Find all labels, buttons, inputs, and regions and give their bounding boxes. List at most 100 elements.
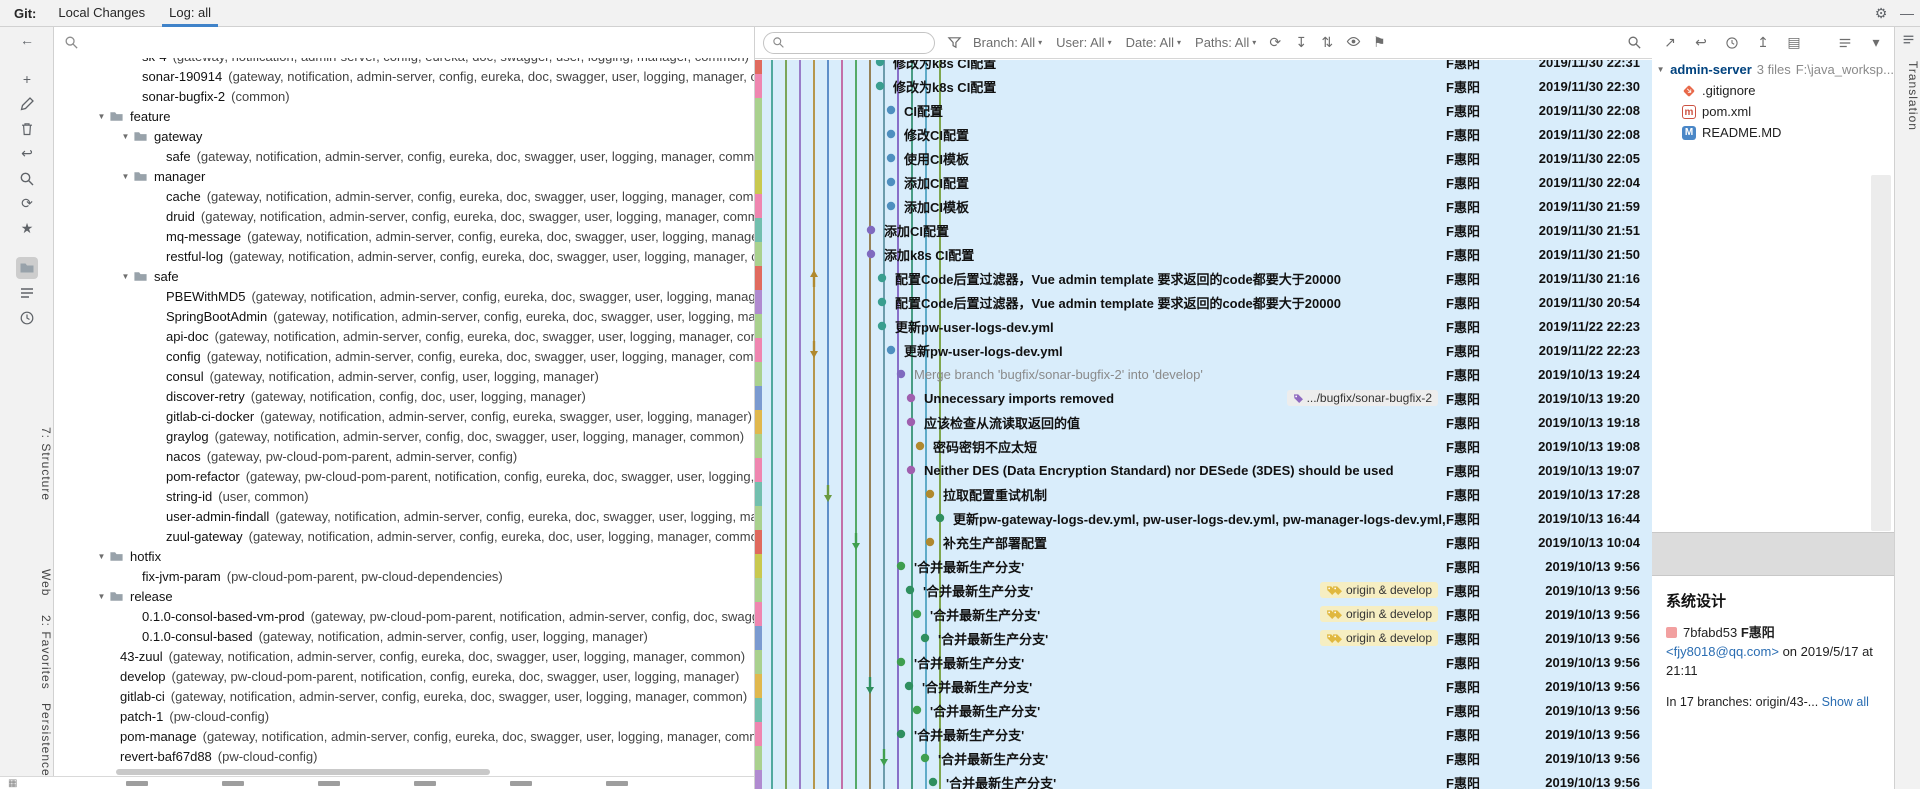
pencil-icon[interactable] — [0, 91, 54, 116]
log-row[interactable]: 补充生产部署配置F惠阳2019/10/13 10:04 — [755, 530, 1652, 554]
branch-search-input[interactable] — [86, 34, 744, 51]
branch-group-row[interactable]: ▼safe — [54, 266, 754, 286]
bottom-strip-icon[interactable] — [126, 781, 148, 786]
log-row[interactable]: Neither DES (Data Encryption Standard) n… — [755, 458, 1652, 482]
branch-group-row[interactable]: ▼manager — [54, 166, 754, 186]
refresh-icon[interactable]: ⟳ — [1265, 34, 1285, 51]
log-filter-input[interactable] — [790, 34, 926, 51]
toolwindow-label-persistence[interactable]: Persistence — [0, 703, 53, 777]
log-row[interactable]: 添加CI配置F惠阳2019/11/30 21:51 — [755, 218, 1652, 242]
log-row[interactable]: 添加CI配置F惠阳2019/11/30 22:04 — [755, 170, 1652, 194]
filter-gear-icon[interactable] — [944, 35, 964, 50]
bottom-strip-icon[interactable] — [222, 781, 244, 786]
log-row[interactable]: 修改为k8s CI配置F惠阳2019/11/30 22:31 — [755, 60, 1652, 74]
branch-row[interactable]: PBEWithMD5(gateway, notification, admin-… — [54, 286, 754, 306]
log-row[interactable]: '合并最新生产分支'origin & developF惠阳2019/10/13 … — [755, 578, 1652, 602]
branch-row[interactable]: cache(gateway, notification, admin-serve… — [54, 186, 754, 206]
ref-label-chip[interactable]: .../bugfix/sonar-bugfix-2 — [1287, 390, 1438, 406]
branch-row[interactable]: nacos(gateway, pw-cloud-pom-parent, admi… — [54, 446, 754, 466]
changed-file-row[interactable]: mpom.xml — [1652, 101, 1894, 122]
branch-row[interactable]: develop(gateway, pw-cloud-pom-parent, no… — [54, 666, 754, 686]
log-row[interactable]: '合并最新生产分支'F惠阳2019/10/13 9:56 — [755, 770, 1652, 789]
branch-row[interactable]: config(gateway, notification, admin-serv… — [54, 346, 754, 366]
lines-icon[interactable] — [0, 280, 54, 305]
trash-icon[interactable] — [0, 116, 54, 141]
branch-group-row[interactable]: ▼feature — [54, 106, 754, 126]
changed-file-row[interactable]: .gitignore — [1652, 80, 1894, 101]
branch-row[interactable]: sonar-bugfix-2(common) — [54, 86, 754, 106]
clock-icon[interactable] — [1722, 36, 1742, 50]
branch-row[interactable]: mq-message(gateway, notification, admin-… — [54, 226, 754, 246]
show-all-link[interactable]: Show all — [1822, 695, 1869, 709]
search-icon[interactable] — [0, 166, 54, 191]
upload-icon[interactable]: ↥ — [1753, 34, 1773, 51]
bottom-strip-icon[interactable] — [606, 781, 628, 786]
hide-toolwindow-icon[interactable]: — — [1894, 5, 1920, 21]
branch-row[interactable]: restful-log(gateway, notification, admin… — [54, 246, 754, 266]
toolwindow-label-structure[interactable]: 7: Structure — [0, 427, 53, 501]
log-row[interactable]: 密码密钥不应太短F惠阳2019/10/13 19:08 — [755, 434, 1652, 458]
chevron-down-icon[interactable]: ▼ — [1656, 65, 1665, 74]
chevron-expanded-icon[interactable]: ▼ — [94, 552, 109, 561]
log-row[interactable]: CI配置F惠阳2019/11/30 22:08 — [755, 98, 1652, 122]
branch-row[interactable]: user-admin-findall(gateway, notification… — [54, 506, 754, 526]
chevron-expanded-icon[interactable]: ▼ — [118, 272, 133, 281]
log-row[interactable]: 更新pw-gateway-logs-dev.yml, pw-user-logs-… — [755, 506, 1652, 530]
favorite-icon[interactable]: ★ — [0, 216, 54, 241]
branch-group-row[interactable]: ▼gateway — [54, 126, 754, 146]
branch-row[interactable]: 0.1.0-consul-based(gateway, notification… — [54, 626, 754, 646]
chevron-expanded-icon[interactable]: ▼ — [118, 132, 133, 141]
group-icon[interactable]: ▤ — [1784, 34, 1804, 51]
branch-row[interactable]: graylog(gateway, notification, admin-ser… — [54, 426, 754, 446]
tab-local-changes[interactable]: Local Changes — [46, 0, 157, 27]
branch-row[interactable]: druid(gateway, notification, admin-serve… — [54, 206, 754, 226]
back-icon[interactable]: ← — [0, 27, 54, 52]
chevron-expanded-icon[interactable]: ▼ — [118, 172, 133, 181]
branch-row[interactable]: api-doc(gateway, notification, admin-ser… — [54, 326, 754, 346]
log-filter-date[interactable]: Date: All▾ — [1126, 35, 1181, 50]
log-row[interactable]: 修改CI配置F惠阳2019/11/30 22:08 — [755, 122, 1652, 146]
details-scrollbar[interactable] — [1871, 175, 1891, 531]
log-row[interactable]: '合并最新生产分支'origin & developF惠阳2019/10/13 … — [755, 602, 1652, 626]
branch-row[interactable]: 0.1.0-consol-based-vm-prod(gateway, pw-c… — [54, 606, 754, 626]
branch-group-row[interactable]: ▼release — [54, 586, 754, 606]
log-row[interactable]: Merge branch 'bugfix/sonar-bugfix-2' int… — [755, 362, 1652, 386]
flag-icon[interactable]: ⚑ — [1369, 34, 1389, 51]
log-row[interactable]: '合并最新生产分支'F惠阳2019/10/13 9:56 — [755, 650, 1652, 674]
clock-icon[interactable] — [0, 305, 54, 330]
log-row[interactable]: '合并最新生产分支'origin & developF惠阳2019/10/13 … — [755, 626, 1652, 650]
forward-icon[interactable]: ↗ — [1660, 34, 1680, 51]
log-row[interactable]: 更新pw-user-logs-dev.ymlF惠阳2019/11/22 22:2… — [755, 314, 1652, 338]
bottom-strip-icon[interactable] — [510, 781, 532, 786]
log-filter-branch[interactable]: Branch: All▾ — [973, 35, 1042, 50]
log-row[interactable]: 配置Code后置过滤器，Vue admin template 要求返回的code… — [755, 290, 1652, 314]
log-row[interactable]: 更新pw-user-logs-dev.ymlF惠阳2019/11/22 22:2… — [755, 338, 1652, 362]
log-row[interactable]: '合并最新生产分支'F惠阳2019/10/13 9:56 — [755, 698, 1652, 722]
chevron-expanded-icon[interactable]: ▼ — [94, 112, 109, 121]
bottom-strip-icon[interactable] — [318, 781, 340, 786]
sort-icon[interactable]: ⇅ — [1317, 34, 1337, 51]
branch-row[interactable]: 43-zuul(gateway, notification, admin-ser… — [54, 646, 754, 666]
log-row[interactable]: Unnecessary imports removed.../bugfix/so… — [755, 386, 1652, 410]
folder-icon[interactable] — [0, 255, 54, 280]
log-row[interactable]: 配置Code后置过滤器，Vue admin template 要求返回的code… — [755, 266, 1652, 290]
branch-row[interactable]: sonar-190914(gateway, notification, admi… — [54, 66, 754, 86]
branch-row[interactable]: discover-retry(gateway, notification, co… — [54, 386, 754, 406]
log-row[interactable]: 应该检查从流读取返回的值F惠阳2019/10/13 19:18 — [755, 410, 1652, 434]
log-filter-searchbox[interactable] — [763, 32, 935, 54]
branch-row[interactable]: zuul-gateway(gateway, notification, admi… — [54, 526, 754, 546]
lines-icon[interactable] — [1835, 36, 1855, 50]
branch-row[interactable]: consul(gateway, notification, admin-serv… — [54, 366, 754, 386]
toolwindow-label-web[interactable]: Web — [0, 569, 53, 596]
log-row[interactable]: '合并最新生产分支'F惠阳2019/10/13 9:56 — [755, 554, 1652, 578]
bottom-strip-icon[interactable] — [414, 781, 436, 786]
branch-row[interactable]: sk-4(gateway, notification, admin-server… — [54, 58, 754, 66]
settings-gear-icon[interactable]: ⚙ — [1868, 5, 1894, 22]
log-filter-paths[interactable]: Paths: All▾ — [1195, 35, 1256, 50]
branch-row[interactable]: pom-manage(gateway, notification, admin-… — [54, 726, 754, 746]
rollback-icon[interactable]: ↩ — [0, 141, 54, 166]
ref-label-chip[interactable]: origin & develop — [1320, 582, 1438, 598]
branch-row[interactable]: SpringBootAdmin(gateway, notification, a… — [54, 306, 754, 326]
eye-icon[interactable] — [1343, 34, 1363, 51]
branch-row[interactable]: safe(gateway, notification, admin-server… — [54, 146, 754, 166]
